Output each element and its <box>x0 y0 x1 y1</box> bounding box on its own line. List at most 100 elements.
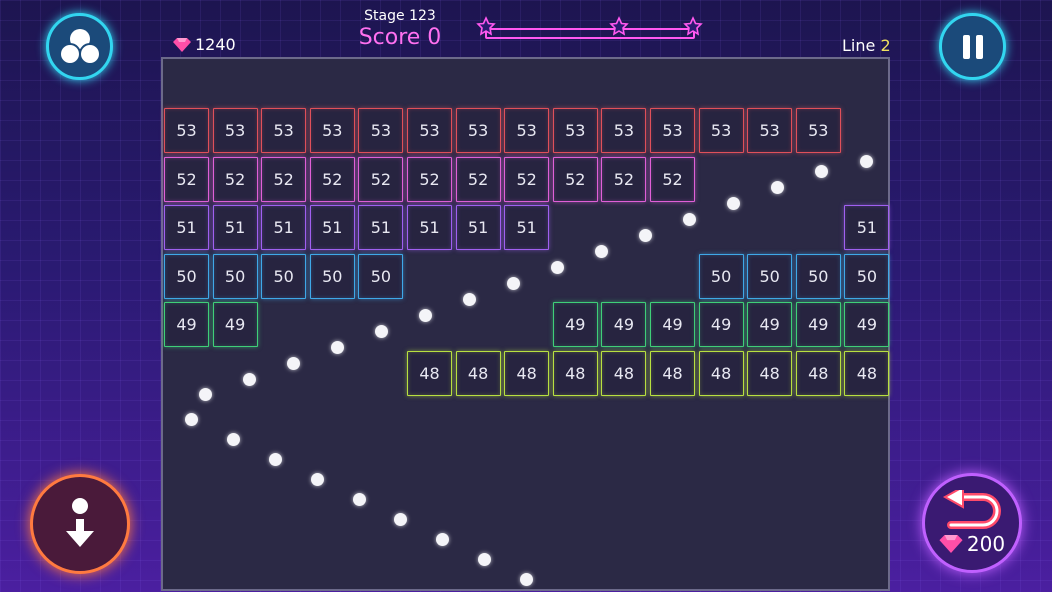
trajectory-ball <box>727 197 740 210</box>
brick: 53 <box>309 108 355 153</box>
trajectory-ball <box>311 473 324 486</box>
brick: 53 <box>164 108 209 153</box>
brick: 49 <box>601 302 647 348</box>
brick: 49 <box>844 302 890 348</box>
gem-icon <box>939 535 963 553</box>
pause-button[interactable] <box>939 13 1006 80</box>
brick: 49 <box>795 302 841 348</box>
brick: 51 <box>358 205 404 251</box>
brick: 48 <box>601 351 647 396</box>
trajectory-ball <box>478 553 491 566</box>
trajectory-ball <box>394 513 407 526</box>
brick: 53 <box>358 108 404 153</box>
trajectory-ball <box>436 533 449 546</box>
brick: 49 <box>747 302 793 348</box>
star-progress-bar <box>476 16 703 39</box>
brick: 49 <box>212 302 258 348</box>
balls-menu-button[interactable] <box>46 13 113 80</box>
trajectory-ball <box>185 413 198 426</box>
brick: 53 <box>212 108 258 153</box>
brick: 50 <box>212 253 258 299</box>
brick: 52 <box>407 156 452 202</box>
brick: 50 <box>309 253 355 299</box>
brick: 48 <box>407 351 452 396</box>
brick: 50 <box>747 253 793 299</box>
brick: 53 <box>455 108 501 153</box>
trajectory-ball <box>269 453 282 466</box>
brick: 50 <box>698 253 744 299</box>
pause-icon <box>962 34 983 59</box>
trajectory-ball <box>227 433 240 446</box>
score-label: Score 0 <box>358 25 442 50</box>
line-value: 2 <box>880 36 891 55</box>
stage-label: Stage 123 <box>364 8 436 24</box>
trajectory-ball <box>353 493 366 506</box>
trajectory-ball <box>683 213 696 226</box>
undo-cost-value: 200 <box>966 532 1006 556</box>
brick: 48 <box>650 351 695 396</box>
gem-counter: 1240 <box>173 35 236 54</box>
brick: 53 <box>747 108 793 153</box>
game-board[interactable]: 53 53 53 53 53 53 53 53 53 53 53 53 53 53 52 52 52 52 52 52… <box>161 57 890 591</box>
brick: 52 <box>601 156 647 202</box>
star-icon <box>476 16 496 36</box>
trajectory-ball <box>463 293 476 306</box>
brick: 51 <box>164 205 209 251</box>
undo-arrow-icon <box>942 490 1001 529</box>
brick: 49 <box>164 302 209 348</box>
trajectory-ball <box>243 373 256 386</box>
brick: 53 <box>504 108 550 153</box>
gem-count: 1240 <box>195 35 236 54</box>
brick: 50 <box>844 253 890 299</box>
trajectory-ball <box>287 357 300 370</box>
brick: 48 <box>504 351 550 396</box>
trajectory-ball <box>595 245 608 258</box>
trajectory-ball <box>815 165 828 178</box>
brick: 53 <box>650 108 695 153</box>
undo-cost: 200 <box>939 532 1005 556</box>
brick: 51 <box>407 205 452 251</box>
brick: 48 <box>844 351 890 396</box>
brick: 50 <box>164 253 209 299</box>
brick: 52 <box>358 156 404 202</box>
brick: 51 <box>212 205 258 251</box>
star-icon <box>609 16 629 36</box>
drop-down-icon <box>66 498 94 547</box>
brick: 48 <box>698 351 744 396</box>
brick: 52 <box>650 156 695 202</box>
brick: 52 <box>164 156 209 202</box>
brick: 52 <box>552 156 598 202</box>
undo-button[interactable]: 200 <box>922 473 1022 573</box>
brick: 52 <box>455 156 501 202</box>
star-icon <box>683 16 703 36</box>
brick: 52 <box>261 156 307 202</box>
brick: 50 <box>261 253 307 299</box>
brick: 51 <box>455 205 501 251</box>
brick: 50 <box>795 253 841 299</box>
brick: 49 <box>650 302 695 348</box>
line-counter: Line 2 <box>842 36 891 55</box>
brick: 52 <box>309 156 355 202</box>
trajectory-ball <box>199 388 212 401</box>
trajectory-ball <box>771 181 784 194</box>
trajectory-ball <box>331 341 344 354</box>
brick: 48 <box>795 351 841 396</box>
line-label: Line <box>842 36 876 55</box>
brick: 52 <box>212 156 258 202</box>
drop-balls-button[interactable] <box>30 474 130 574</box>
brick: 51 <box>261 205 307 251</box>
brick: 51 <box>504 205 550 251</box>
brick: 53 <box>698 108 744 153</box>
brick: 49 <box>698 302 744 348</box>
brick: 49 <box>552 302 598 348</box>
brick: 48 <box>552 351 598 396</box>
brick: 50 <box>358 253 404 299</box>
trajectory-ball <box>375 325 388 338</box>
trajectory-ball <box>860 155 873 168</box>
brick: 53 <box>407 108 452 153</box>
trajectory-ball <box>419 309 432 322</box>
brick: 53 <box>795 108 841 153</box>
brick: 51 <box>309 205 355 251</box>
gem-icon <box>173 37 191 52</box>
brick: 53 <box>552 108 598 153</box>
